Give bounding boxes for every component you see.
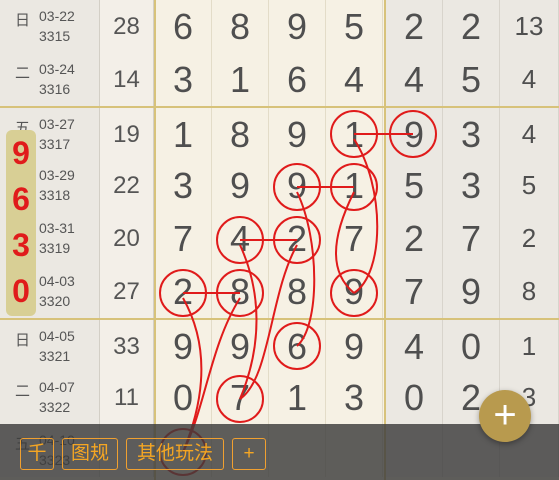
badge-digit: 0 <box>12 273 30 309</box>
trend-lines-overlay <box>159 110 437 476</box>
toolbar-button-tugui[interactable]: 图规 <box>62 438 118 470</box>
bottom-toolbar: 千 图规 其他玩法 + <box>0 424 559 480</box>
add-fab-button[interactable]: + <box>479 390 531 442</box>
toolbar-button-other-plays[interactable]: 其他玩法 <box>126 438 224 470</box>
badge-digit: 3 <box>12 227 30 263</box>
toolbar-button-qian[interactable]: 千 <box>20 438 54 470</box>
pick-number-badge: 9 6 3 0 <box>6 130 36 316</box>
toolbar-add-button[interactable]: + <box>232 438 266 470</box>
badge-digit: 9 <box>12 135 30 171</box>
badge-digit: 6 <box>12 181 30 217</box>
